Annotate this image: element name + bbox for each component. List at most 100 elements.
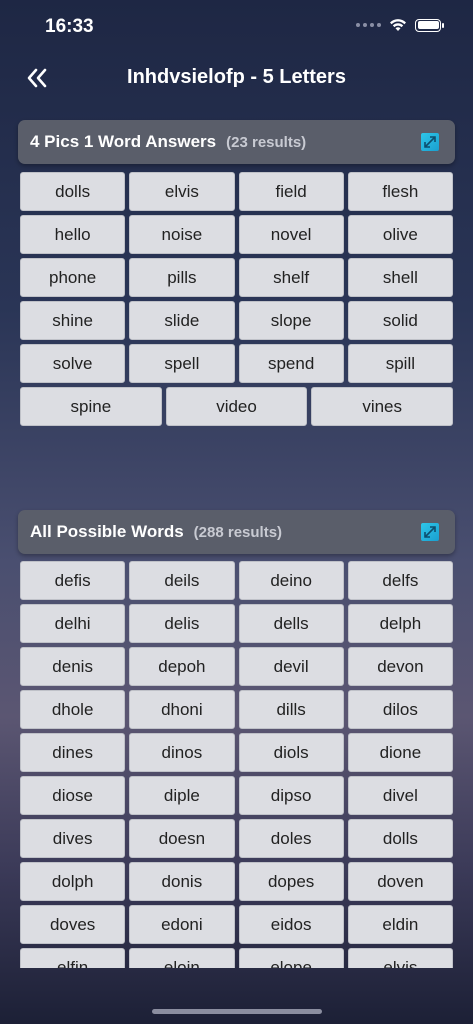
word-tile[interactable]: dolph: [20, 862, 126, 901]
word-tile[interactable]: hello: [20, 215, 126, 254]
word-tile[interactable]: field: [238, 172, 344, 211]
word-tile[interactable]: devil: [238, 647, 344, 686]
word-tile[interactable]: spine: [20, 387, 162, 426]
word-row: dives doesn doles dolls: [20, 819, 453, 858]
word-tile[interactable]: eidos: [238, 905, 344, 944]
word-row: phone pills shelf shell: [20, 258, 453, 297]
possible-title-text: All Possible Words: [30, 522, 184, 541]
word-row: diose diple dipso divel: [20, 776, 453, 815]
possible-count: (288 results): [193, 524, 283, 541]
possible-header: All Possible Words (288 results): [18, 510, 455, 554]
word-tile[interactable]: flesh: [347, 172, 453, 211]
word-tile[interactable]: slope: [238, 301, 344, 340]
word-row: spine video vines: [20, 387, 454, 426]
word-tile[interactable]: delfs: [347, 561, 453, 600]
word-tile[interactable]: dhoni: [129, 690, 235, 729]
word-tile[interactable]: eloin: [129, 948, 235, 968]
word-tile[interactable]: vines: [311, 387, 454, 426]
word-tile[interactable]: diols: [238, 733, 344, 772]
word-tile[interactable]: novel: [238, 215, 344, 254]
word-tile[interactable]: noise: [129, 215, 235, 254]
possible-scroll-area[interactable]: defis deils deino delfs delhi delis dells delph…: [0, 554, 473, 968]
word-tile[interactable]: dives: [20, 819, 126, 858]
word-tile[interactable]: video: [165, 387, 308, 426]
word-tile[interactable]: spend: [238, 344, 344, 383]
answers-title: 4 Pics 1 Word Answers (23 results): [30, 132, 306, 152]
word-tile[interactable]: diose: [20, 776, 126, 815]
possible-section: All Possible Words (288 results): [18, 510, 455, 554]
word-tile[interactable]: elfin: [20, 948, 126, 968]
status-bar: 16:33: [0, 0, 473, 54]
word-tile[interactable]: delhi: [20, 604, 126, 643]
word-row: defis deils deino delfs: [20, 561, 453, 600]
word-tile[interactable]: spell: [129, 344, 235, 383]
word-tile[interactable]: dopes: [238, 862, 344, 901]
possible-title: All Possible Words (288 results): [30, 522, 282, 542]
word-row: dolph donis dopes doven: [20, 862, 453, 901]
word-tile[interactable]: edoni: [129, 905, 235, 944]
word-tile[interactable]: phone: [20, 258, 126, 297]
word-tile[interactable]: deino: [238, 561, 344, 600]
word-row: dhole dhoni dills dilos: [20, 690, 453, 729]
word-tile[interactable]: denis: [20, 647, 126, 686]
answers-grid: dolls elvis field flesh hello noise novel olive…: [20, 172, 454, 430]
word-tile[interactable]: doves: [20, 905, 126, 944]
word-tile[interactable]: defis: [20, 561, 126, 600]
word-tile[interactable]: dilos: [347, 690, 453, 729]
word-tile[interactable]: eldin: [347, 905, 453, 944]
answers-expand-button[interactable]: [421, 133, 439, 151]
expand-arrows-icon: [424, 136, 436, 148]
home-indicator[interactable]: [152, 1009, 322, 1014]
word-tile[interactable]: depoh: [129, 647, 235, 686]
word-tile[interactable]: spill: [347, 344, 453, 383]
word-row: doves edoni eidos eldin: [20, 905, 453, 944]
word-tile[interactable]: dells: [238, 604, 344, 643]
word-tile[interactable]: diple: [129, 776, 235, 815]
word-tile[interactable]: doles: [238, 819, 344, 858]
word-tile[interactable]: elvis: [129, 172, 235, 211]
word-tile[interactable]: elope: [238, 948, 344, 968]
word-tile[interactable]: elvis: [347, 948, 453, 968]
word-tile[interactable]: dills: [238, 690, 344, 729]
word-row: dolls elvis field flesh: [20, 172, 453, 211]
word-row: denis depoh devil devon: [20, 647, 453, 686]
word-tile[interactable]: slide: [129, 301, 235, 340]
wifi-icon: [390, 19, 406, 31]
word-tile[interactable]: dhole: [20, 690, 126, 729]
word-tile[interactable]: solve: [20, 344, 126, 383]
word-tile[interactable]: shine: [20, 301, 126, 340]
word-tile[interactable]: divel: [347, 776, 453, 815]
word-tile[interactable]: dines: [20, 733, 126, 772]
word-tile[interactable]: devon: [347, 647, 453, 686]
answers-count: (23 results): [226, 134, 307, 151]
word-tile[interactable]: shelf: [238, 258, 344, 297]
answers-section: 4 Pics 1 Word Answers (23 results) dolls e…: [18, 120, 455, 426]
expand-arrows-icon: [424, 526, 436, 538]
word-row: delhi delis dells delph: [20, 604, 453, 643]
word-tile[interactable]: dinos: [129, 733, 235, 772]
word-row: dines dinos diols dione: [20, 733, 453, 772]
word-tile[interactable]: olive: [347, 215, 453, 254]
word-tile[interactable]: doesn: [129, 819, 235, 858]
word-tile[interactable]: shell: [347, 258, 453, 297]
word-tile[interactable]: pills: [129, 258, 235, 297]
word-tile[interactable]: solid: [347, 301, 453, 340]
status-icons: [356, 18, 444, 32]
possible-expand-button[interactable]: [421, 523, 439, 541]
possible-grid: defis deils deino delfs delhi delis dells delph…: [20, 561, 453, 968]
signal-icon: [356, 23, 381, 27]
word-tile[interactable]: dolls: [20, 172, 126, 211]
word-tile[interactable]: donis: [129, 862, 235, 901]
word-tile[interactable]: delph: [347, 604, 453, 643]
word-row: solve spell spend spill: [20, 344, 453, 383]
word-tile[interactable]: dolls: [347, 819, 453, 858]
word-tile[interactable]: delis: [129, 604, 235, 643]
page-title: Inhdvsielofp - 5 Letters: [127, 66, 346, 88]
word-row: shine slide slope solid: [20, 301, 453, 340]
word-tile[interactable]: dipso: [238, 776, 344, 815]
word-tile[interactable]: doven: [347, 862, 453, 901]
status-time: 16:33: [45, 16, 94, 37]
word-row: elfin eloin elope elvis: [20, 948, 453, 968]
word-tile[interactable]: dione: [347, 733, 453, 772]
word-tile[interactable]: deils: [129, 561, 235, 600]
